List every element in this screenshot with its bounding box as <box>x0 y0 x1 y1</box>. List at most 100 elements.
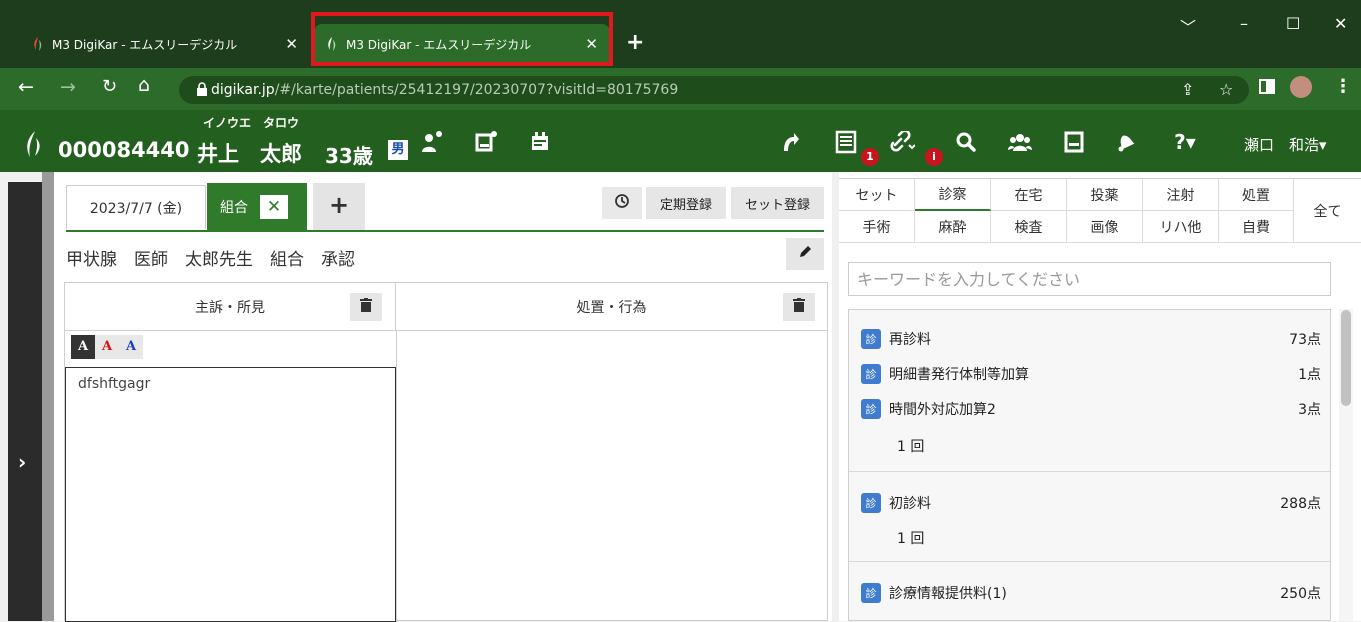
tab-shochi[interactable]: 処置 <box>1219 179 1294 211</box>
trash-icon <box>793 298 805 316</box>
home-icon[interactable]: ⌂ <box>138 74 150 96</box>
edit-button[interactable] <box>786 238 824 270</box>
new-tab-icon[interactable]: + <box>626 30 644 55</box>
text-color-blue-button[interactable]: A <box>119 335 143 359</box>
browser-menu-icon[interactable]: ⋮ <box>1334 76 1352 97</box>
order-item[interactable]: 診 再診料 73点 <box>861 328 1321 350</box>
tab-kumiai-label: 組合 <box>220 199 248 216</box>
order-item[interactable]: 診 診療情報提供料(1) 250点 <box>861 582 1321 604</box>
set-register-button[interactable]: セット登録 <box>731 187 824 219</box>
order-item-list: 診 再診料 73点 診 明細書発行体制等加算 1点 診 時間外対応加算2 3点 … <box>848 309 1331 621</box>
calendar-edit-icon[interactable] <box>520 122 560 162</box>
app-header: 000084440 イノウエ タロウ 井上 太郎 33歳 男 1 i ?▾ 瀬口… <box>0 110 1361 172</box>
lock-icon <box>197 82 207 100</box>
insurance-card-icon[interactable] <box>466 122 506 162</box>
sex-badge: 男 <box>388 140 408 160</box>
order-item[interactable]: 診 初診料 288点 <box>861 492 1321 514</box>
order-group[interactable]: 診 再診料 73点 診 明細書発行体制等加算 1点 診 時間外対応加算2 3点 … <box>849 310 1330 472</box>
patient-id: 000084440 <box>58 138 190 162</box>
order-item-points: 250点 <box>1280 586 1321 602</box>
tab-zaitaku[interactable]: 在宅 <box>991 179 1067 211</box>
back-icon[interactable]: ← <box>18 76 34 98</box>
patient-age: 33歳 <box>325 144 373 168</box>
patient-card-icon[interactable] <box>1054 122 1094 162</box>
order-item-name: 時間外対応加算2 <box>889 402 996 418</box>
shinsatsu-icon: 診 <box>861 399 881 419</box>
search-icon[interactable] <box>946 122 986 162</box>
karte-date[interactable]: 2023/7/7 (金) <box>66 185 206 229</box>
forward-icon[interactable]: → <box>60 76 76 98</box>
doctor-menu[interactable]: 瀬口 和浩▾ <box>1244 134 1327 155</box>
tab-touyaku[interactable]: 投薬 <box>1067 179 1143 211</box>
tab-all[interactable]: 全て <box>1294 179 1361 243</box>
tab-shujutsu[interactable]: 手術 <box>839 211 915 243</box>
clock-icon <box>614 193 630 213</box>
text-color-red-button[interactable]: A <box>95 335 119 359</box>
close-tab-icon[interactable]: ✕ <box>285 35 298 53</box>
column-procedure-label: 処置・行為 <box>576 299 647 316</box>
order-item[interactable]: 診 時間外対応加算2 3点 <box>861 398 1321 420</box>
share-icon[interactable]: ⇪ <box>1181 80 1194 99</box>
complaint-text-area[interactable]: dfshftgagr <box>65 367 396 622</box>
order-group[interactable]: 診 診療情報提供料(1) 250点 <box>849 562 1330 620</box>
bookmark-star-icon[interactable]: ☆ <box>1219 80 1233 99</box>
order-item-name: 明細書発行体制等加算 <box>889 367 1029 383</box>
clear-procedure-button[interactable] <box>783 293 815 321</box>
expand-sidebar-icon[interactable]: › <box>18 450 26 474</box>
order-item-points: 288点 <box>1280 496 1321 512</box>
digikar-favicon-icon <box>30 36 46 52</box>
order-item-points: 3点 <box>1298 402 1321 418</box>
column-divider <box>396 331 397 622</box>
tab-kumiai[interactable]: 組合 ✕ <box>207 183 307 230</box>
notification-bell-icon[interactable] <box>1106 122 1146 162</box>
patient-furigana: イノウエ タロウ <box>203 116 300 130</box>
patient-name: 井上 太郎 <box>197 142 302 166</box>
add-tab-button[interactable]: + <box>313 183 365 230</box>
browser-tab-inactive[interactable]: M3 DigiKar - エムスリーデジカル ✕ <box>20 24 310 64</box>
order-panel: セット 診察 在宅 投薬 注射 処置 手術 麻酔 検査 画像 リハ他 自費 全て… <box>839 172 1361 621</box>
forward-arrow-icon[interactable] <box>770 122 810 162</box>
order-item-name: 診療情報提供料(1) <box>889 586 1007 602</box>
collapsed-sidebar[interactable]: › <box>8 182 42 621</box>
digikar-logo-icon[interactable] <box>16 124 50 164</box>
tab-shinsatsu[interactable]: 診察 <box>915 179 991 211</box>
link-icon[interactable] <box>882 122 922 162</box>
tab-search-chevron-icon[interactable]: ﹀ <box>1180 14 1196 38</box>
tab-riha[interactable]: リハ他 <box>1143 211 1219 243</box>
url-host: digikar.jp <box>211 82 275 98</box>
keyword-search-input[interactable] <box>848 262 1331 296</box>
order-times: 1 回 <box>897 531 925 547</box>
karte-title-line: 甲状腺 医師 太郎先生 組合 承認 <box>66 250 355 270</box>
url-path: /#/karte/patients/25412197/20230707?visi… <box>274 82 679 98</box>
order-group[interactable]: 診 初診料 288点 1 回 <box>849 472 1330 562</box>
history-button[interactable] <box>602 187 642 219</box>
scrollbar-thumb[interactable] <box>1341 310 1351 406</box>
tab-jihi[interactable]: 自費 <box>1219 211 1294 243</box>
reload-icon[interactable]: ↻ <box>102 76 117 97</box>
shinsatsu-icon: 診 <box>861 364 881 384</box>
pencil-icon <box>797 244 813 264</box>
periodic-register-button[interactable]: 定期登録 <box>646 187 726 219</box>
tab-masui[interactable]: 麻酔 <box>915 211 991 243</box>
tab-highlight-box <box>311 12 613 66</box>
category-tabs: セット 診察 在宅 投薬 注射 処置 手術 麻酔 検査 画像 リハ他 自費 全て <box>839 178 1361 244</box>
help-menu-icon[interactable]: ?▾ <box>1160 122 1210 162</box>
text-color-black-button[interactable]: A <box>71 335 95 359</box>
minimize-icon[interactable]: – <box>1240 14 1248 33</box>
trash-icon <box>360 298 372 316</box>
order-item[interactable]: 診 明細書発行体制等加算 1点 <box>861 363 1321 385</box>
side-panel-icon[interactable] <box>1259 79 1275 94</box>
maximize-icon[interactable]: ☐ <box>1286 14 1300 33</box>
document-list-icon[interactable] <box>826 122 866 162</box>
profile-avatar[interactable] <box>1290 76 1312 98</box>
patient-profile-icon[interactable] <box>412 122 452 162</box>
group-users-icon[interactable] <box>1000 122 1040 162</box>
close-tab-icon[interactable]: ✕ <box>260 195 288 219</box>
url-field[interactable]: digikar.jp/#/karte/patients/25412197/202… <box>179 76 1249 104</box>
tab-kensa[interactable]: 検査 <box>991 211 1067 243</box>
tab-gazou[interactable]: 画像 <box>1067 211 1143 243</box>
tab-chusha[interactable]: 注射 <box>1143 179 1219 211</box>
clear-complaint-button[interactable] <box>350 293 382 321</box>
tab-set[interactable]: セット <box>839 179 915 211</box>
close-window-icon[interactable]: ✕ <box>1334 14 1347 33</box>
